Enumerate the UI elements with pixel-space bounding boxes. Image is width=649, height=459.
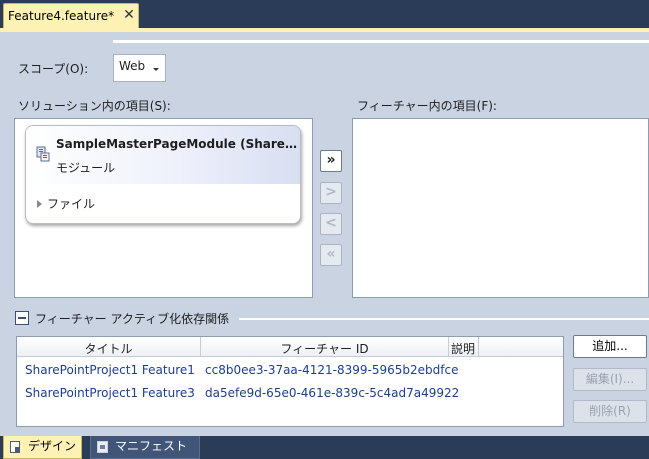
module-title: SampleMasterPageModule (SharePoint) <box>56 137 298 151</box>
feature-items-label: フィーチャー内の項目(F): <box>357 99 497 113</box>
expand-arrow-icon[interactable] <box>37 200 42 208</box>
remove-all-button[interactable]: « <box>320 244 342 266</box>
document-tab[interactable]: Feature4.feature* ✕ <box>3 3 139 30</box>
edit-dependency-button[interactable]: 編集(I)... <box>573 368 647 391</box>
design-icon <box>10 441 20 453</box>
add-all-button[interactable]: » <box>320 150 342 172</box>
tab-manifest[interactable]: マニフェスト <box>90 436 200 459</box>
row-feature-id: da5efe9d-65e0-461e-839c-5c4ad7a49922 <box>205 386 460 400</box>
add-dependency-button[interactable]: 追加... <box>573 335 647 358</box>
row-title: SharePointProject1 Feature3 <box>25 386 195 400</box>
table-row[interactable]: SharePointProject1 Feature3 da5efe9d-65e… <box>17 382 563 404</box>
chevron-down-icon <box>153 68 159 71</box>
module-card-header: SampleMasterPageModule (SharePoint) モジュー… <box>26 126 300 184</box>
dependencies-title: フィーチャー アクティブ化依存関係 <box>35 312 230 326</box>
close-icon[interactable]: ✕ <box>122 7 136 23</box>
column-divider <box>448 337 449 357</box>
add-selected-button[interactable]: > <box>320 182 342 204</box>
table-row[interactable]: SharePointProject1 Feature1 cc8b0ee3-37a… <box>17 359 563 381</box>
feature-designer: スコープ(O): Web ソリューション内の項目(S): フィーチャー内の項目(… <box>0 32 649 436</box>
remove-selected-button[interactable]: < <box>320 213 342 235</box>
column-header-title[interactable]: タイトル <box>17 340 200 357</box>
scope-dropdown[interactable]: Web <box>113 54 166 82</box>
grid-header: タイトル フィーチャー ID 説明 <box>17 337 563 357</box>
module-type: モジュール <box>56 161 116 175</box>
module-icon <box>36 146 50 162</box>
tab-design[interactable]: デザイン <box>3 436 82 459</box>
document-tab-title: Feature4.feature* <box>8 9 115 23</box>
feature-items-list[interactable] <box>352 118 649 298</box>
dependencies-grid[interactable]: タイトル フィーチャー ID 説明 SharePointProject1 Fea… <box>16 336 564 427</box>
module-card[interactable]: SampleMasterPageModule (SharePoint) モジュー… <box>25 125 301 224</box>
module-files-node[interactable]: ファイル <box>47 195 95 212</box>
solution-items-label: ソリューション内の項目(S): <box>18 99 171 113</box>
tab-design-label: デザイン <box>28 439 77 453</box>
scope-label: スコープ(O): <box>18 62 89 76</box>
row-feature-id: cc8b0ee3-37aa-4121-8399-5965b2ebdfce <box>205 363 459 377</box>
scope-value: Web <box>119 59 146 73</box>
column-header-id[interactable]: フィーチャー ID <box>201 340 448 357</box>
section-rule <box>239 318 649 320</box>
manifest-icon <box>97 441 108 453</box>
remove-dependency-button[interactable]: 削除(R) <box>573 400 647 423</box>
view-tab-strip: デザイン マニフェスト <box>0 436 649 459</box>
collapse-icon[interactable] <box>15 311 29 325</box>
column-divider <box>478 337 479 357</box>
row-title: SharePointProject1 Feature1 <box>25 363 195 377</box>
tab-manifest-label: マニフェスト <box>115 439 188 453</box>
column-header-description[interactable]: 説明 <box>451 340 477 357</box>
solution-items-list[interactable]: SampleMasterPageModule (SharePoint) モジュー… <box>14 118 313 298</box>
header-rule <box>113 40 649 43</box>
